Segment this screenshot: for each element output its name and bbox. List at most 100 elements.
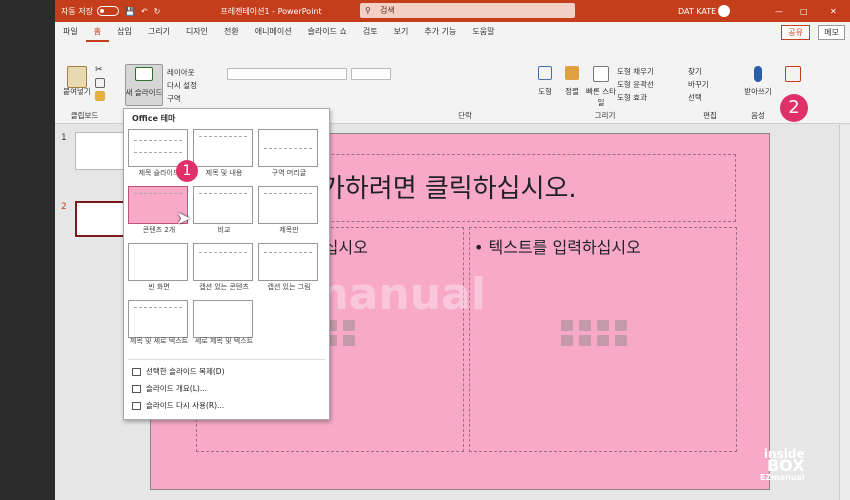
layout-comparison[interactable] — [193, 186, 253, 224]
paste-icon[interactable] — [67, 66, 87, 88]
tab-0[interactable]: 파일 — [55, 22, 86, 42]
quick-style-icon[interactable] — [593, 66, 609, 82]
online-picture-icon[interactable] — [579, 335, 591, 346]
new-slide-icon — [135, 67, 153, 81]
tab-3[interactable]: 그리기 — [140, 22, 178, 42]
voice-group-label: 음성 — [751, 111, 765, 120]
duplicate-slide-item[interactable]: 선택한 슬라이드 복제(D) — [132, 366, 225, 377]
logo-line-3: EZmanual — [760, 473, 805, 482]
cursor-icon: ➤ — [176, 208, 192, 229]
share-button[interactable]: 공유 — [781, 25, 810, 40]
close-icon[interactable]: ✕ — [830, 7, 837, 16]
edit-group-label: 편집 — [703, 111, 717, 120]
layout-picture-caption[interactable] — [258, 243, 318, 281]
icons-icon[interactable] — [615, 335, 627, 346]
shape-outline-button[interactable]: 도형 윤곽선 — [617, 79, 654, 90]
layout-label: 세로 제목 및 텍스트 — [194, 337, 254, 345]
shape-effect-button[interactable]: 도형 효과 — [617, 92, 647, 103]
cut-icon[interactable]: ✂ — [95, 65, 105, 75]
layout-title-content[interactable] — [193, 129, 253, 167]
undo-icon[interactable]: ↶ — [141, 7, 148, 16]
maximize-icon[interactable]: □ — [800, 7, 808, 16]
autosave-label: 자동 저장 — [61, 6, 93, 16]
quick-style-label: 빠른 스타일 — [586, 87, 616, 107]
layout-title-slide[interactable] — [128, 129, 188, 167]
clipboard-group-label: 클립보드 — [70, 111, 99, 120]
slide-outline-item[interactable]: 슬라이드 개요(L)... — [132, 383, 207, 394]
smartart-icon[interactable] — [597, 320, 609, 331]
vertical-scrollbar[interactable] — [839, 125, 850, 500]
paragraph-controls[interactable] — [410, 68, 510, 80]
shape-icon[interactable] — [538, 66, 552, 80]
designer-icon[interactable] — [785, 66, 801, 82]
section-button[interactable]: 구역 — [167, 93, 181, 104]
memo-button[interactable]: 메모 — [818, 25, 845, 40]
layout-label: 구역 머리글 — [271, 169, 307, 177]
minimize-icon[interactable]: — — [775, 7, 783, 16]
3d-model-icon[interactable] — [615, 320, 627, 331]
layout-label: 캡션 있는 그림 — [267, 283, 311, 291]
font-size-select[interactable] — [351, 68, 391, 80]
layout-title-only[interactable] — [258, 186, 318, 224]
share-label: 공유 — [788, 28, 803, 37]
autosave-toggle[interactable] — [96, 6, 119, 16]
picture-icon[interactable] — [561, 335, 573, 346]
document-title: 프레젠테이션1 - PowerPoint — [220, 6, 322, 16]
format-painter-icon[interactable] — [95, 91, 105, 101]
select-button[interactable]: 선택 — [688, 92, 702, 103]
3d-model-icon[interactable] — [343, 320, 355, 331]
layout-content-caption[interactable] — [193, 243, 253, 281]
shape-label: 도형 — [538, 87, 552, 96]
microphone-icon[interactable] — [754, 66, 762, 82]
layout-vertical-title-text[interactable] — [193, 300, 253, 338]
reuse-icon — [132, 401, 141, 410]
tab-1[interactable]: 홈 — [85, 22, 110, 42]
search-icon: ⚲ — [365, 6, 371, 15]
paste-label: 붙여넣기 — [63, 87, 91, 96]
duplicate-icon — [132, 367, 141, 376]
chart-icon[interactable] — [579, 320, 591, 331]
search-input[interactable]: ⚲ 검색 — [360, 3, 575, 18]
video-icon[interactable] — [597, 335, 609, 346]
paragraph-group-label: 단락 — [458, 111, 472, 120]
tab-9[interactable]: 보기 — [386, 22, 417, 42]
copy-icon[interactable] — [95, 78, 105, 88]
right-insert-icons[interactable] — [561, 320, 628, 346]
reuse-slides-item[interactable]: 슬라이드 다시 사용(R)... — [132, 400, 224, 411]
dropdown-header: Office 테마 — [132, 114, 176, 123]
save-icon[interactable]: 💾 — [125, 7, 135, 16]
tab-11[interactable]: 도움말 — [464, 22, 502, 42]
tab-5[interactable]: 전환 — [216, 22, 247, 42]
thumbnail-number-2: 2 — [61, 202, 67, 212]
replace-button[interactable]: 바꾸기 — [688, 79, 709, 90]
layout-section-header[interactable] — [258, 129, 318, 167]
ribbon-tabs: 파일 홈 삽입 그리기 디자인 전환 애니메이션 슬라이드 쇼 검토 보기 추가 기능 도움말 — [55, 22, 850, 42]
shape-fill-button[interactable]: 도형 채우기 — [617, 66, 654, 77]
table-icon[interactable] — [561, 320, 573, 331]
avatar[interactable] — [718, 5, 730, 17]
title-bar: 자동 저장 💾 ↶ ↻ 프레젠테이션1 - PowerPoint ⚲ 검색 DA… — [55, 0, 850, 22]
drawing-group-label: 그리기 — [594, 111, 616, 120]
reuse-label: 슬라이드 다시 사용(R)... — [146, 401, 225, 410]
layout-button[interactable]: 레이아웃 — [167, 67, 195, 78]
step-badge-1: 1 — [176, 160, 198, 182]
outline-icon — [132, 384, 141, 393]
layout-blank[interactable] — [128, 243, 188, 281]
tab-8[interactable]: 검토 — [355, 22, 386, 42]
tab-6[interactable]: 애니메이션 — [247, 22, 300, 42]
tab-10[interactable]: 추가 기능 — [416, 22, 464, 42]
tab-2[interactable]: 삽입 — [109, 22, 140, 42]
arrange-icon[interactable] — [565, 66, 579, 80]
find-button[interactable]: 찾기 — [688, 66, 702, 77]
reset-button[interactable]: 다시 설정 — [167, 80, 197, 91]
redo-icon[interactable]: ↻ — [154, 7, 161, 16]
icons-icon[interactable] — [343, 335, 355, 346]
layout-dropdown: Office 테마 제목 슬라이드 제목 및 내용 구역 머리글 콘텐츠 2개 … — [123, 108, 330, 420]
layout-label: 캡션 있는 콘텐츠 — [199, 283, 249, 291]
step-badge-2: 2 — [780, 94, 808, 122]
tab-4[interactable]: 디자인 — [178, 22, 216, 42]
tab-7[interactable]: 슬라이드 쇼 — [300, 22, 355, 42]
layout-title-vertical-text[interactable] — [128, 300, 188, 338]
dropdown-divider — [128, 359, 325, 360]
font-family-select[interactable] — [227, 68, 347, 80]
